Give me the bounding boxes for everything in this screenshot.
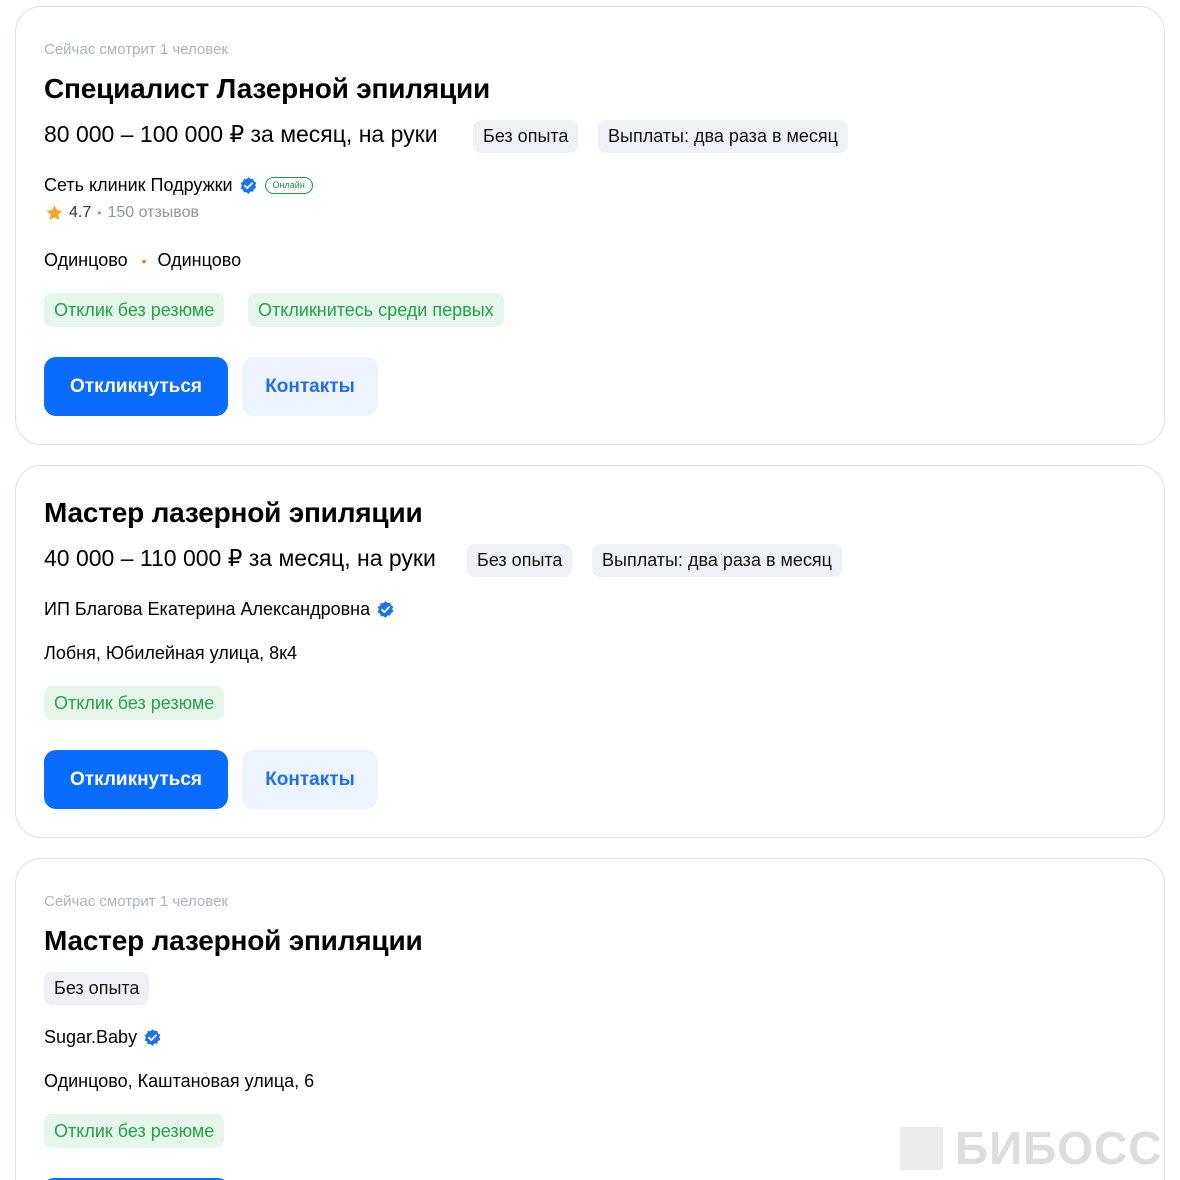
apply-button[interactable]: Откликнуться (44, 750, 228, 809)
star-icon (46, 205, 63, 220)
rating-value: 4.7 (69, 204, 92, 221)
experience-tag: Без опыта (473, 120, 579, 153)
vacancy-card[interactable]: Мастер лазерной эпиляции 40 000 – 110 00… (15, 465, 1165, 838)
metro-station: Одинцово (157, 250, 242, 270)
company-row: Сеть клиник Подружки Онлайн (44, 175, 313, 196)
location-city: Одинцово (44, 250, 128, 270)
vacancy-title[interactable]: Мастер лазерной эпиляции (44, 497, 423, 529)
location: Одинцово • Одинцово (44, 250, 241, 271)
no-resume-tag: Отклик без резюме (44, 293, 225, 327)
location: Одинцово, Каштановая улица, 6 (44, 1071, 315, 1091)
payment-tag: Выплаты: два раза в месяц (598, 120, 848, 153)
watermark-logo-icon (900, 1126, 943, 1170)
company-name[interactable]: ИП Благова Екатерина Александровна (44, 599, 370, 620)
company-row: ИП Благова Екатерина Александровна (44, 599, 395, 620)
payment-tag: Выплаты: два раза в месяц (592, 544, 842, 577)
viewers-count: Сейчас смотрит 1 человек (44, 893, 228, 910)
experience-tag: Без опыта (467, 544, 573, 577)
verified-icon (377, 601, 394, 618)
contacts-button[interactable]: Контакты (242, 750, 378, 809)
company-row: Sugar.Baby (44, 1027, 162, 1048)
separator-dot: • (97, 206, 102, 220)
reviews-count: 150 отзывов (107, 204, 200, 221)
contacts-button[interactable]: Контакты (242, 357, 378, 416)
no-resume-tag: Отклик без резюме (44, 1114, 225, 1148)
respond-first-tag: Откликнитесь среди первых (248, 293, 504, 327)
location: Лобня, Юбилейная улица, 8к4 (44, 643, 298, 663)
vacancy-title[interactable]: Специалист Лазерной эпиляции (44, 73, 490, 105)
metro-dot-icon: • (141, 252, 147, 269)
apply-button[interactable]: Откликнуться (44, 357, 228, 416)
rating-row[interactable]: 4.7 • 150 отзывов (44, 203, 199, 223)
company-name[interactable]: Sugar.Baby (44, 1027, 137, 1048)
salary: 40 000 – 110 000 ₽ за месяц, на руки (44, 545, 436, 571)
company-name[interactable]: Сеть клиник Подружки (44, 175, 233, 196)
verified-icon (240, 177, 256, 194)
no-resume-tag: Отклик без резюме (44, 686, 225, 720)
verified-icon (144, 1029, 161, 1046)
salary: 80 000 – 100 000 ₽ за месяц, на руки (44, 121, 438, 147)
watermark-text: БИБОСС (955, 1122, 1163, 1174)
vacancy-title[interactable]: Мастер лазерной эпиляции (44, 925, 423, 957)
experience-tag: Без опыта (44, 972, 150, 1005)
viewers-count: Сейчас смотрит 1 человек (44, 41, 228, 58)
vacancy-card[interactable]: Сейчас смотрит 1 человек Специалист Лазе… (15, 6, 1165, 445)
watermark: БИБОСС (900, 1121, 1162, 1175)
online-badge: Онлайн (264, 177, 313, 194)
